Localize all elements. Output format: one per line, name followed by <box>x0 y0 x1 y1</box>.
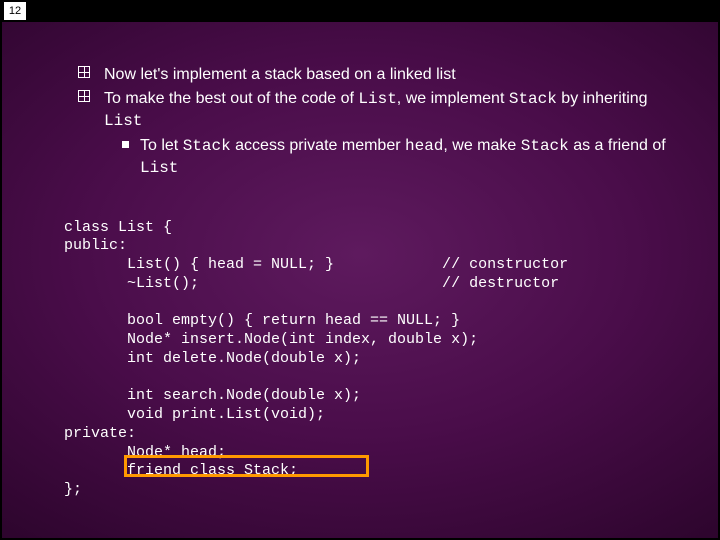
bullet-text: To let Stack access private member head,… <box>140 137 666 177</box>
bullet-text: To make the best out of the code of List… <box>104 90 648 130</box>
code-line: List() { head = NULL; } // constructor <box>64 256 568 273</box>
code-line: bool empty() { return head == NULL; } <box>64 312 460 329</box>
page-number: 12 <box>4 2 26 20</box>
bullet-level1: Now let's implement a stack based on a l… <box>32 64 688 86</box>
code-line: int search.Node(double x); <box>64 387 361 404</box>
bullet-list: Now let's implement a stack based on a l… <box>32 64 688 180</box>
code-line: void print.List(void); <box>64 406 325 423</box>
code-line: }; <box>64 481 82 498</box>
bullet-box-icon <box>78 66 90 78</box>
code-line: private: <box>64 425 136 442</box>
code-line: class List { <box>64 219 172 236</box>
bullet-text: Now let's implement a stack based on a l… <box>104 66 456 83</box>
code-line: public: <box>64 237 127 254</box>
code-line: Node* head; <box>64 444 226 461</box>
code-line: ~List(); // destructor <box>64 275 559 292</box>
code-line: friend class Stack; <box>64 462 298 479</box>
code-line: int delete.Node(double x); <box>64 350 361 367</box>
code-line: Node* insert.Node(int index, double x); <box>64 331 478 348</box>
slide: Now let's implement a stack based on a l… <box>2 22 718 538</box>
bullet-square-icon <box>122 141 129 148</box>
bullet-box-icon <box>78 90 90 102</box>
bullet-level2: To let Stack access private member head,… <box>32 135 688 180</box>
code-block: class List { public: List() { head = NUL… <box>32 200 688 538</box>
bullet-level1: To make the best out of the code of List… <box>32 88 688 133</box>
